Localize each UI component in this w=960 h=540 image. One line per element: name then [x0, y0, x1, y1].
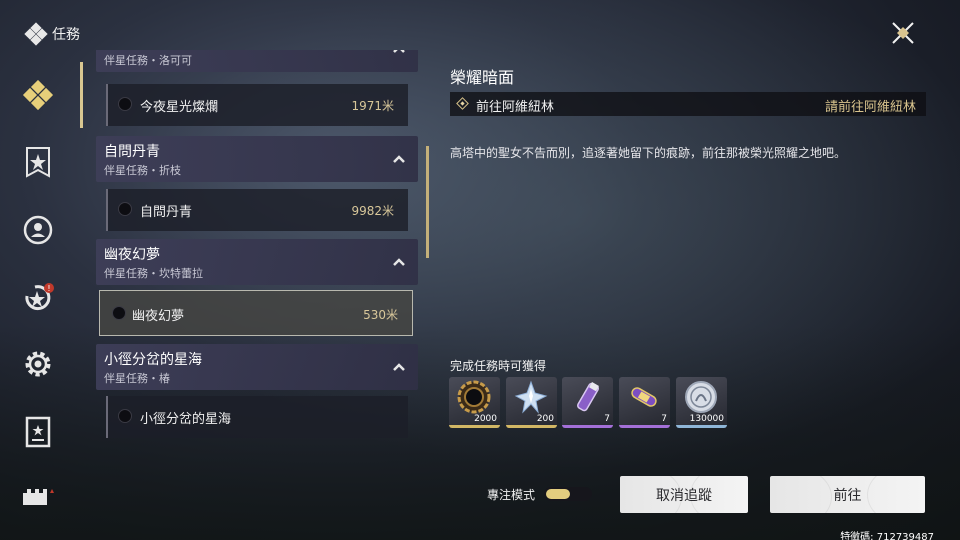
- silver-coin-icon: [685, 381, 717, 413]
- chevron-up-icon: [393, 258, 405, 266]
- track-radio-icon: [118, 202, 132, 216]
- castle-icon: [23, 489, 54, 505]
- quest-name: 幽夜幻夢: [132, 309, 185, 324]
- chevron-up-icon: [393, 363, 405, 371]
- reward-quantity: 200: [536, 414, 554, 424]
- reward-quantity: 2000: [474, 414, 497, 424]
- quest-row[interactable]: 小徑分岔的星海: [106, 396, 408, 438]
- focus-mode-toggle[interactable]: [544, 487, 592, 501]
- quest-group-subtitle: 伴星任務・洛可可: [104, 54, 192, 67]
- objective-text: 前往阿維紐林: [476, 100, 555, 115]
- close-icon: [892, 22, 914, 44]
- reward-quantity: 7: [661, 414, 667, 424]
- quest-group-header[interactable]: 自問丹青 伴星任務・折枝: [96, 136, 418, 182]
- reward-item[interactable]: 2000: [449, 377, 500, 428]
- nav-quests-button[interactable]: [20, 78, 56, 114]
- close-button[interactable]: [890, 20, 916, 46]
- quest-name: 自問丹青: [140, 205, 193, 220]
- quest-objective: 前往阿維紐林 請前往阿維紐林: [450, 92, 926, 116]
- dark-ring-icon: [457, 380, 491, 414]
- quest-distance: 530米: [363, 308, 398, 322]
- chevron-up-icon: [393, 50, 405, 53]
- quest-group-title: 小徑分岔的星海: [104, 352, 202, 368]
- quest-group-header[interactable]: 小徑分岔的星海 伴星任務・椿: [96, 344, 418, 390]
- capsule-icon: [631, 387, 657, 407]
- go-label: 前往: [833, 487, 862, 504]
- purple-vial-icon: [577, 382, 599, 412]
- quest-distance: 1971米: [351, 99, 394, 113]
- reward-item[interactable]: 7: [562, 377, 613, 428]
- quest-group-title: 幽夜幻夢: [104, 247, 160, 263]
- nav-settings-button[interactable]: [20, 346, 56, 382]
- star-crystal-icon: [514, 380, 548, 414]
- focus-mode-label: 專注模式: [487, 488, 536, 502]
- quest-group-title: 自問丹青: [104, 144, 160, 160]
- quest-diamond-icon: [22, 80, 54, 111]
- quest-distance: 9982米: [351, 204, 394, 218]
- cancel-tracking-button[interactable]: 取消追蹤: [620, 476, 748, 513]
- chevron-up-icon: [393, 155, 405, 163]
- go-button[interactable]: 前往: [770, 476, 925, 513]
- quest-group-header[interactable]: 伴星任務・洛可可: [96, 50, 418, 72]
- quest-group-subtitle: 伴星任務・椿: [104, 372, 170, 385]
- cancel-tracking-label: 取消追蹤: [656, 487, 712, 504]
- book-star-icon: [25, 416, 51, 448]
- quest-diamond-icon: [24, 22, 48, 46]
- quest-row[interactable]: 今夜星光燦爛 1971米: [106, 84, 408, 126]
- quest-group-header[interactable]: 幽夜幻夢 伴星任務・坎特蕾拉: [96, 239, 418, 285]
- track-radio-icon: [118, 97, 132, 111]
- nav-companion-button[interactable]: [20, 212, 56, 248]
- quest-name: 小徑分岔的星海: [140, 412, 232, 427]
- reward-quantity: 7: [604, 414, 610, 424]
- person-target-icon: [23, 215, 53, 245]
- track-radio-icon: [118, 409, 132, 423]
- reward-item[interactable]: 130000: [676, 377, 727, 428]
- quest-detail-title: 榮耀暗面: [450, 68, 515, 87]
- nav-events-button[interactable]: !: [20, 280, 56, 316]
- quest-row[interactable]: 自問丹青 9982米: [106, 189, 408, 231]
- nav-rank-button[interactable]: [20, 144, 56, 180]
- screen-title: 任務: [52, 27, 80, 43]
- quest-list-scrollbar[interactable]: [426, 146, 429, 258]
- quest-list: 伴星任務・洛可可 今夜星光燦爛 1971米 自問丹青 伴星任務・折枝 自問丹青 …: [96, 50, 418, 540]
- nav-archive-button[interactable]: [20, 414, 56, 450]
- objective-status: 請前往阿維紐林: [824, 100, 916, 115]
- star-arrow-icon: !: [25, 283, 54, 311]
- objective-diamond-icon: [456, 97, 469, 110]
- reward-quantity: 130000: [689, 414, 724, 424]
- quest-group-subtitle: 伴星任務・坎特蕾拉: [104, 267, 203, 280]
- reward-item[interactable]: 7: [619, 377, 670, 428]
- rewards-label: 完成任務時可獲得: [450, 359, 547, 373]
- notification-badge: !: [47, 284, 50, 293]
- user-id: 特徵碼: 712739487: [840, 532, 934, 540]
- gear-icon: [25, 351, 51, 377]
- screen-header: 任務: [24, 22, 80, 46]
- quest-group-subtitle: 伴星任務・折枝: [104, 164, 181, 177]
- toggle-knob: [546, 489, 570, 499]
- quest-row-selected[interactable]: 幽夜幻夢 530米: [99, 290, 413, 336]
- banner-star-icon: [26, 147, 50, 178]
- side-navigation: !: [0, 60, 76, 540]
- quest-description: 高塔中的聖女不告而別，追逐著她留下的痕跡，前往那被榮光照耀之地吧。: [450, 146, 847, 160]
- active-nav-indicator: [80, 62, 83, 128]
- track-radio-icon: [112, 306, 126, 320]
- quest-name: 今夜星光燦爛: [140, 100, 219, 115]
- reward-item[interactable]: 200: [506, 377, 557, 428]
- nav-more-button[interactable]: [20, 478, 56, 514]
